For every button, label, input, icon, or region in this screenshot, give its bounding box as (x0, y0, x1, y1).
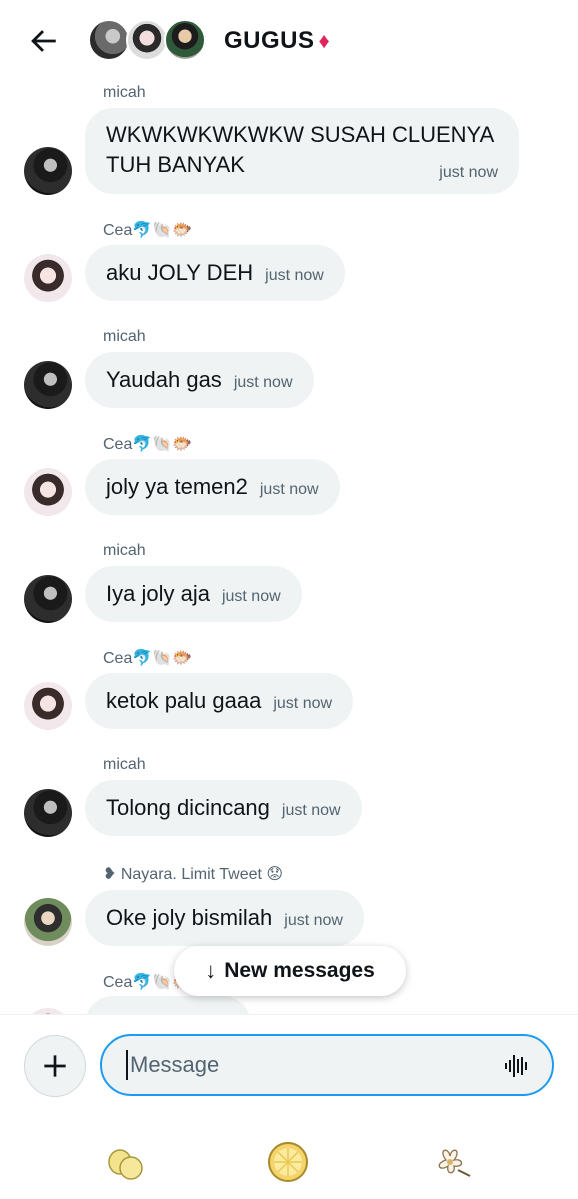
sender-name: micah (103, 328, 146, 345)
message-input-container[interactable] (100, 1034, 554, 1096)
message-text: ketok palu gaaa (106, 688, 262, 713)
sender-name: Cea🐬🐚🐡 (103, 436, 193, 453)
avatar-micah[interactable] (24, 361, 72, 409)
message-time: just now (233, 374, 293, 391)
sender-name: micah (103, 84, 146, 101)
sender-name: micah (103, 756, 146, 773)
diamond-icon: ♦ (318, 28, 331, 53)
message-bubble[interactable] (85, 996, 251, 1014)
member-avatar (88, 19, 130, 61)
message-bubble[interactable]: ketok palu gaaa just now (85, 673, 354, 729)
lemons-icon[interactable] (104, 1140, 148, 1184)
avatar-cea[interactable] (24, 254, 72, 302)
sender-name: micah (103, 542, 146, 559)
message-text: Oke joly bismilah (106, 905, 273, 930)
avatar-nayara[interactable] (24, 898, 72, 946)
avatar-micah[interactable] (24, 789, 72, 837)
new-messages-label: New messages (224, 959, 375, 982)
bottom-navigation (0, 1114, 578, 1199)
message-composer (0, 1014, 578, 1114)
message-time: just now (273, 695, 333, 712)
voice-icon[interactable] (504, 1053, 530, 1079)
flower-icon[interactable] (428, 1140, 472, 1184)
message-bubble[interactable]: Oke joly bismilah just now (85, 890, 364, 946)
message-bubble[interactable]: aku JOLY DEH just now (85, 245, 345, 301)
message-text: joly ya temen2 (106, 474, 248, 499)
message-time: just now (265, 267, 324, 284)
message-time: just now (221, 588, 281, 605)
message-list[interactable]: micah WKWKWKWKWKW SUSAH CLUENYA TUH BANY… (0, 82, 578, 1014)
message-time: just now (284, 912, 343, 929)
message-text: aku JOLY DEH (106, 260, 254, 285)
avatar-micah[interactable] (24, 147, 72, 195)
message-text: Tolong dicincang (106, 795, 270, 820)
arrow-down-icon: ↓ (205, 958, 217, 983)
plus-icon (44, 1055, 66, 1077)
avatar-cea[interactable] (24, 682, 72, 730)
member-avatar (126, 19, 168, 61)
group-title[interactable]: GUGUS ♦ (224, 27, 330, 55)
message-time: just now (259, 481, 319, 498)
message-text-line: WKWKWKWKWKW SUSAH CLUENYA (106, 122, 495, 147)
add-attachment-button[interactable] (24, 1035, 86, 1097)
sender-name: ❥ Nayara. Limit Tweet 😟 (103, 866, 284, 883)
lemon-slice-icon[interactable] (266, 1140, 310, 1184)
back-arrow-icon[interactable] (26, 24, 60, 58)
member-avatar (164, 19, 206, 61)
chat-header: GUGUS ♦ (0, 0, 578, 82)
avatar-micah[interactable] (24, 575, 72, 623)
sender-name: Cea🐬🐚🐡 (103, 650, 193, 667)
group-avatars[interactable] (88, 19, 208, 63)
sender-name: Cea🐬🐚🐡 (103, 222, 193, 239)
avatar-cea[interactable] (24, 468, 72, 516)
message-text: Yaudah gas (106, 367, 222, 392)
message-bubble[interactable]: Yaudah gas just now (85, 352, 314, 408)
message-bubble[interactable]: WKWKWKWKWKW SUSAH CLUENYA TUH BANYAK jus… (85, 108, 519, 194)
message-bubble[interactable]: Iya joly aja just now (85, 566, 302, 622)
group-title-text: GUGUS (224, 27, 315, 54)
message-bubble[interactable]: joly ya temen2 just now (85, 459, 340, 515)
message-time: just now (281, 802, 341, 819)
new-messages-button[interactable]: ↓ New messages (174, 946, 406, 996)
message-bubble[interactable]: Tolong dicincang just now (85, 780, 362, 836)
message-input[interactable] (126, 1050, 486, 1080)
message-text: Iya joly aja (106, 581, 210, 606)
